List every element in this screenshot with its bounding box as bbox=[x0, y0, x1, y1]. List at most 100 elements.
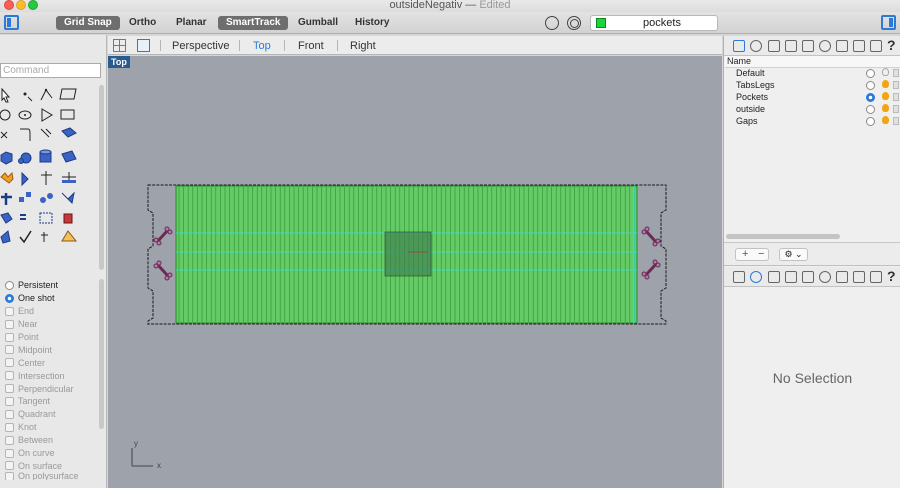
gumball-button[interactable]: Gumball bbox=[290, 16, 346, 30]
current-layer-radio-icon[interactable] bbox=[866, 117, 875, 126]
blocks-icon[interactable] bbox=[785, 271, 797, 283]
top-viewport[interactable]: Top y x bbox=[108, 56, 722, 488]
osnap-on-polysurface-checkbox[interactable]: On polysurface bbox=[5, 472, 97, 481]
osnap-scrollbar[interactable] bbox=[99, 279, 104, 429]
checkbox-icon bbox=[5, 371, 14, 381]
layer-name: Default bbox=[736, 68, 765, 78]
planar-button[interactable]: Planar bbox=[168, 16, 215, 30]
tool-palette bbox=[0, 85, 96, 288]
current-layer-radio-icon[interactable] bbox=[866, 81, 875, 90]
add-layer-button[interactable]: + bbox=[742, 249, 748, 260]
document-icon[interactable] bbox=[768, 40, 780, 52]
radio-icon bbox=[5, 280, 14, 290]
osnap-perpendicular-checkbox[interactable]: Perpendicular bbox=[5, 382, 97, 395]
current-layer-radio-icon[interactable] bbox=[866, 69, 875, 78]
properties-icon[interactable] bbox=[750, 40, 762, 52]
dimension-icon bbox=[63, 213, 73, 224]
osnap-center-checkbox[interactable]: Center bbox=[5, 356, 97, 369]
persistent-radio[interactable]: Persistent bbox=[5, 279, 97, 292]
render-icon bbox=[61, 230, 78, 242]
layer-row[interactable]: Pockets bbox=[724, 92, 900, 104]
layers-icon[interactable] bbox=[733, 271, 745, 283]
layers-icon[interactable] bbox=[733, 40, 745, 52]
layout-icon[interactable] bbox=[853, 271, 865, 283]
camera-icon[interactable] bbox=[802, 271, 814, 283]
layer-column-header[interactable]: Name bbox=[725, 56, 900, 68]
help-icon[interactable]: ? bbox=[887, 268, 896, 284]
camera-icon[interactable] bbox=[802, 40, 814, 52]
no-selection-message: No Selection bbox=[772, 370, 853, 386]
properties-icon[interactable] bbox=[750, 271, 762, 283]
check-icon bbox=[19, 230, 32, 244]
main-toolbar: Grid Snap Ortho Planar SmartTrack Gumbal… bbox=[0, 12, 900, 34]
visibility-bulb-icon[interactable] bbox=[882, 104, 889, 112]
move-icon bbox=[1, 193, 12, 205]
panel-tabs-bottom: ? bbox=[724, 267, 900, 287]
lock-icon[interactable] bbox=[893, 117, 899, 125]
command-input[interactable] bbox=[0, 63, 101, 78]
history-button[interactable]: History bbox=[347, 16, 397, 30]
lock-icon[interactable] bbox=[893, 81, 899, 89]
osnap-near-checkbox[interactable]: Near bbox=[5, 318, 97, 331]
display-icon[interactable] bbox=[819, 40, 831, 52]
display-icon[interactable] bbox=[819, 271, 831, 283]
osnap-end-checkbox[interactable]: End bbox=[5, 305, 97, 318]
blocks-icon[interactable] bbox=[785, 40, 797, 52]
layer-row[interactable]: outside bbox=[724, 104, 900, 116]
layer-options-button[interactable]: ⚙ ⌄ bbox=[779, 248, 808, 261]
layer-row[interactable]: Default bbox=[724, 68, 900, 80]
one-shot-radio[interactable]: One shot bbox=[5, 292, 97, 305]
tab-right[interactable]: Right bbox=[350, 40, 376, 52]
lock-icon[interactable] bbox=[893, 93, 899, 101]
current-layer-radio-icon[interactable] bbox=[866, 93, 875, 102]
notes-icon[interactable] bbox=[836, 40, 848, 52]
monitor-icon[interactable] bbox=[870, 40, 882, 52]
four-view-layout-icon[interactable] bbox=[113, 39, 126, 52]
remove-layer-button[interactable]: − bbox=[758, 249, 764, 260]
tab-perspective[interactable]: Perspective bbox=[172, 40, 229, 52]
grid-snap-button[interactable]: Grid Snap bbox=[56, 16, 120, 30]
osnap-intersection-checkbox[interactable]: Intersection bbox=[5, 369, 97, 382]
single-view-layout-icon[interactable] bbox=[137, 39, 150, 52]
osnap-midpoint-checkbox[interactable]: Midpoint bbox=[5, 343, 97, 356]
tools-scrollbar[interactable] bbox=[99, 85, 104, 270]
visibility-bulb-icon[interactable] bbox=[882, 80, 889, 88]
osnap-quadrant-checkbox[interactable]: Quadrant bbox=[5, 408, 97, 421]
osnap-knot-checkbox[interactable]: Knot bbox=[5, 421, 97, 434]
lock-icon[interactable] bbox=[893, 69, 899, 77]
current-layer-radio-icon[interactable] bbox=[866, 105, 875, 114]
osnap-between-checkbox[interactable]: Between bbox=[5, 434, 97, 447]
tab-front[interactable]: Front bbox=[298, 40, 324, 52]
smarttrack-button[interactable]: SmartTrack bbox=[218, 16, 289, 30]
left-sidebar-toggle-icon[interactable] bbox=[4, 15, 19, 30]
record-history-icon[interactable] bbox=[545, 16, 559, 30]
edited-status: Edited bbox=[479, 0, 511, 11]
osnap-on-curve-checkbox[interactable]: On curve bbox=[5, 447, 97, 460]
osnap-tangent-checkbox[interactable]: Tangent bbox=[5, 395, 97, 408]
osnap-point-checkbox[interactable]: Point bbox=[5, 331, 97, 344]
right-sidebar-toggle-icon[interactable] bbox=[881, 15, 896, 30]
lock-icon[interactable] bbox=[893, 105, 899, 113]
osnap-target-icon[interactable] bbox=[567, 16, 581, 30]
layer-row[interactable]: TabsLegs bbox=[724, 80, 900, 92]
layer-row[interactable]: Gaps bbox=[724, 116, 900, 128]
monitor-icon[interactable] bbox=[870, 271, 882, 283]
tab-top[interactable]: Top bbox=[253, 40, 271, 52]
visibility-bulb-icon[interactable] bbox=[882, 68, 889, 76]
model-geometry[interactable] bbox=[108, 56, 722, 488]
help-icon[interactable]: ? bbox=[887, 37, 896, 53]
checkbox-icon bbox=[5, 358, 14, 368]
visibility-bulb-icon[interactable] bbox=[882, 116, 889, 124]
current-layer-dropdown[interactable]: pockets bbox=[590, 15, 718, 31]
visibility-bulb-icon[interactable] bbox=[882, 92, 889, 100]
layers-scrollbar[interactable] bbox=[726, 234, 840, 239]
layer-color-swatch bbox=[596, 18, 606, 28]
document-icon[interactable] bbox=[768, 271, 780, 283]
box-icon bbox=[0, 151, 13, 165]
notes-icon[interactable] bbox=[836, 271, 848, 283]
point-icon bbox=[23, 92, 33, 102]
add-remove-layer-control: + − bbox=[735, 248, 769, 261]
osnap-on-surface-checkbox[interactable]: On surface bbox=[5, 459, 97, 472]
layout-icon[interactable] bbox=[853, 40, 865, 52]
ortho-button[interactable]: Ortho bbox=[121, 16, 164, 30]
